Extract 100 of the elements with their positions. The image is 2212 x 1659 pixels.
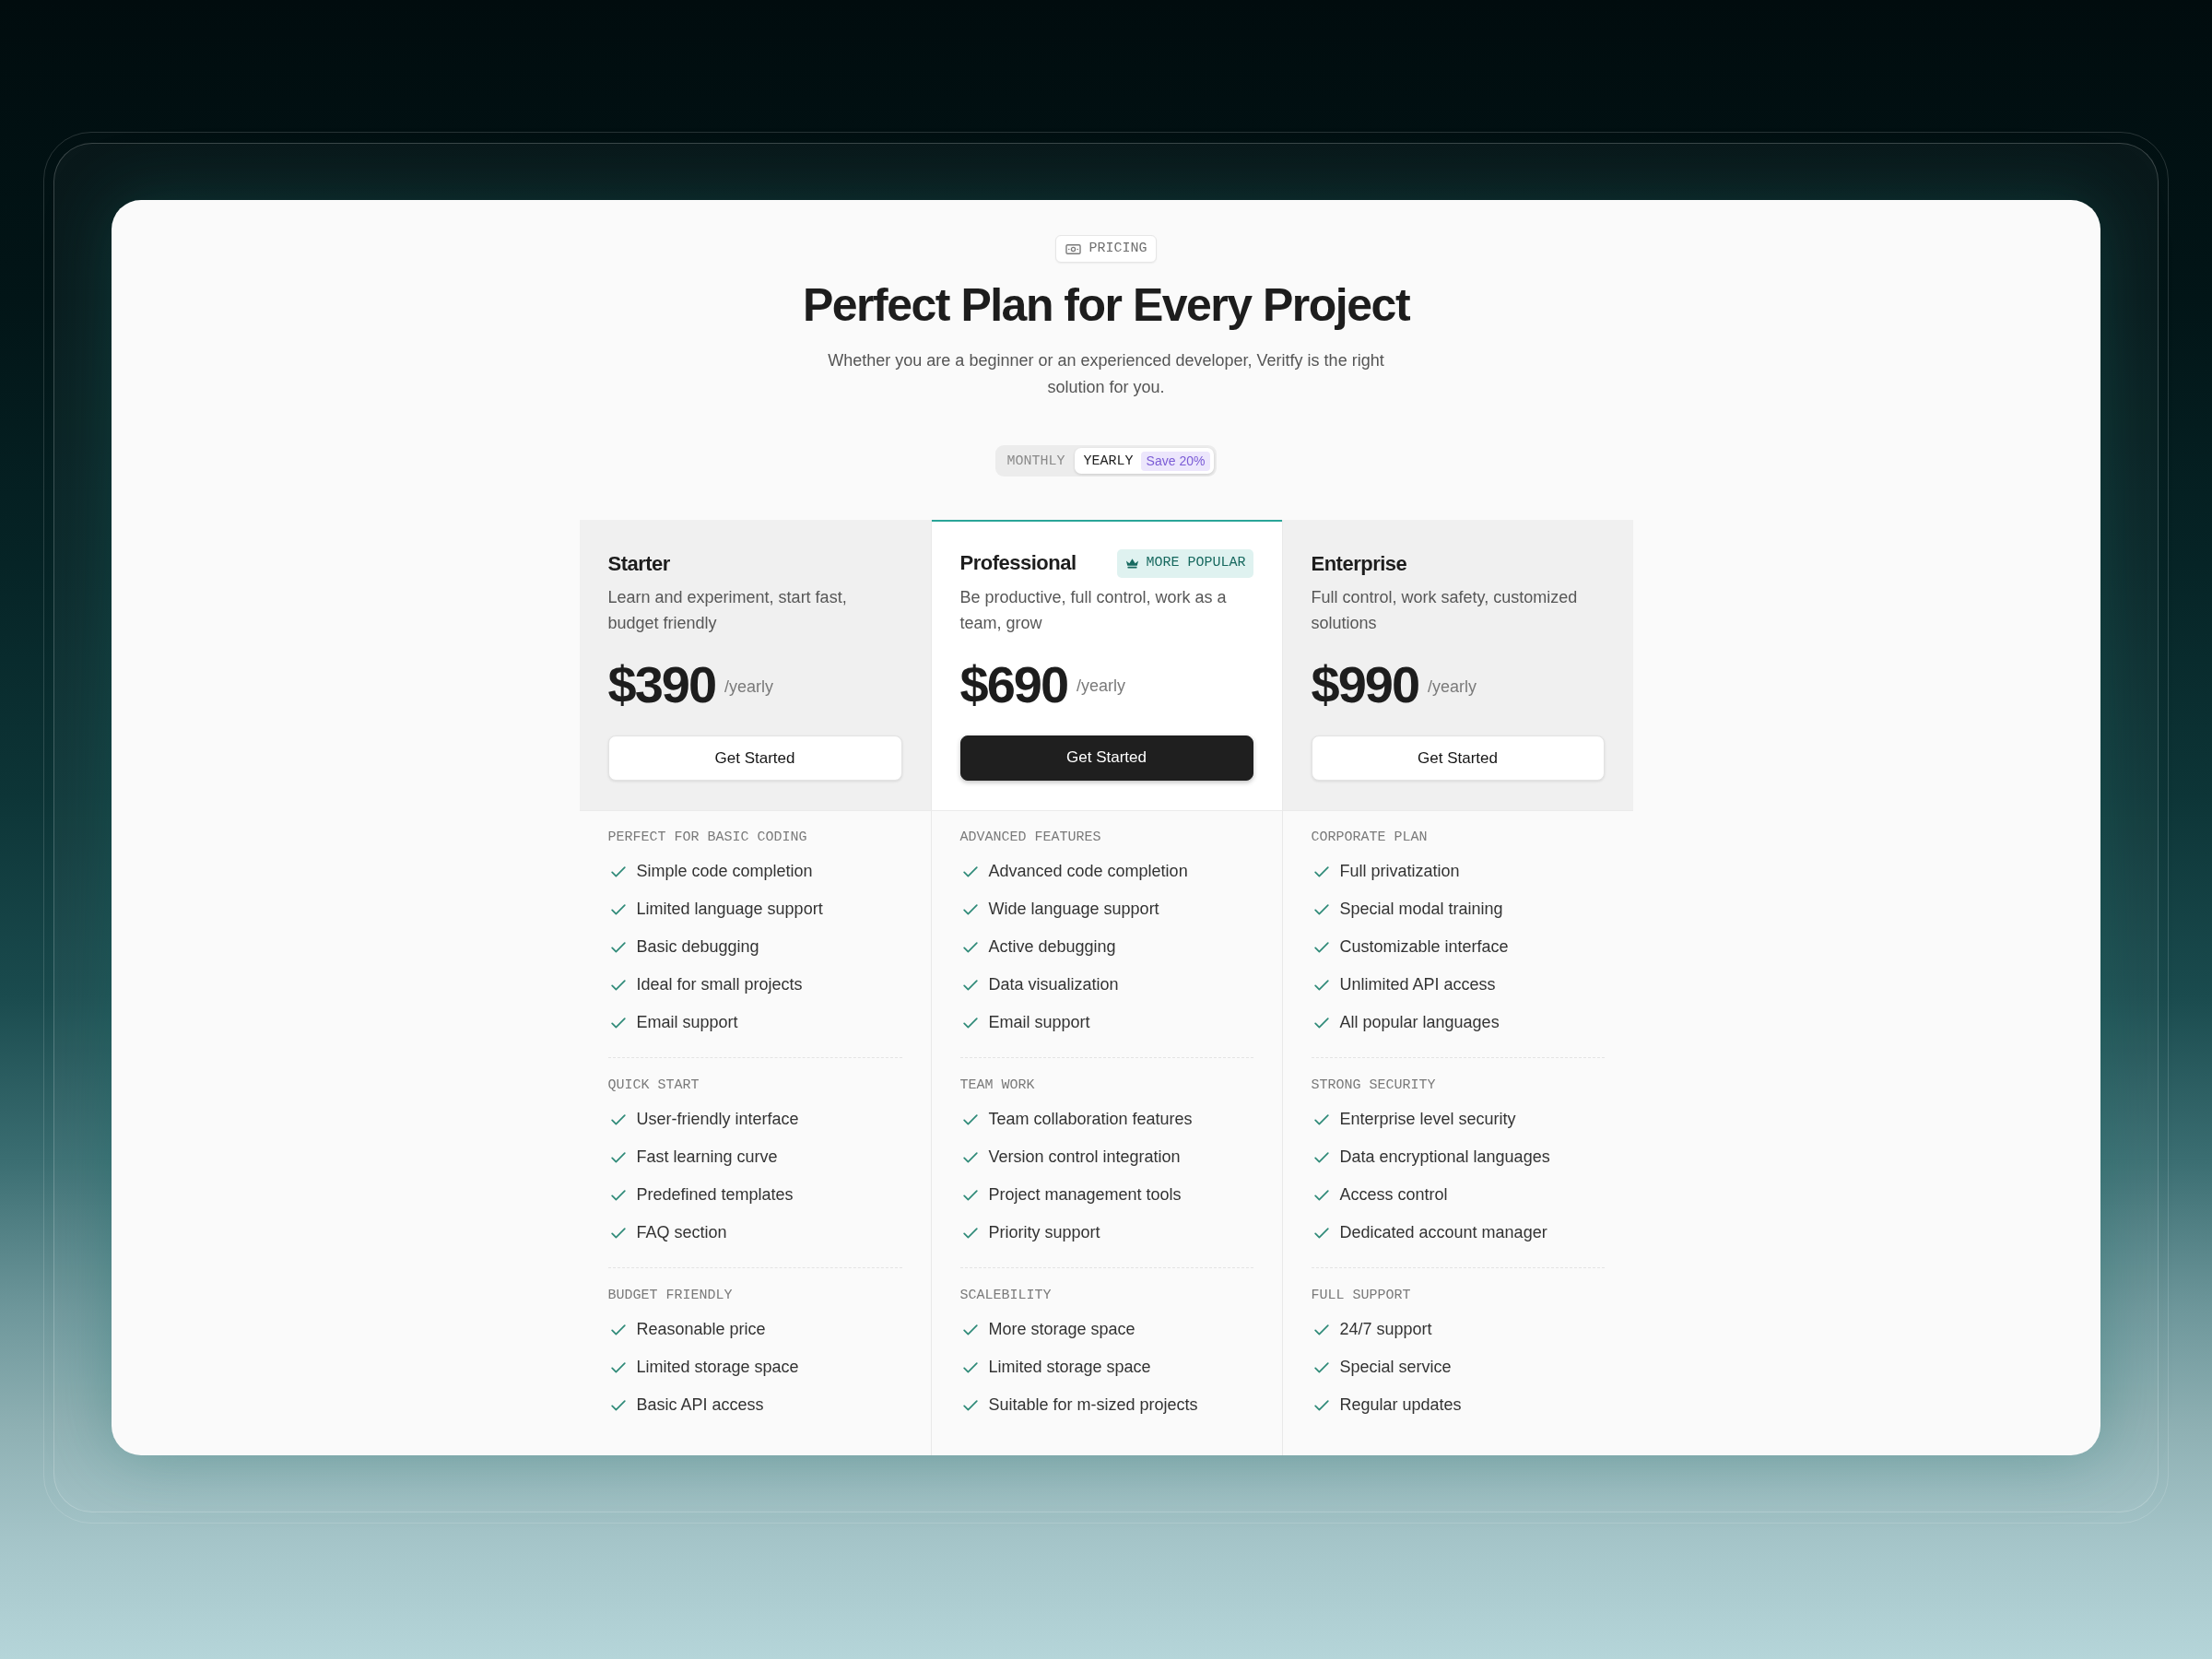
feature-text: Priority support <box>988 1223 1100 1242</box>
feature-text: Limited language support <box>636 900 823 919</box>
plan-description: Be productive, full control, work as a team, grow <box>959 586 1228 634</box>
feature-text: Wide language support <box>988 900 1159 919</box>
crown-icon <box>1125 558 1140 569</box>
check-icon <box>1313 903 1329 915</box>
section-label: PRICING <box>1088 241 1147 257</box>
billing-period: /yearly <box>724 677 774 697</box>
feature-text: Limited storage space <box>988 1358 1151 1377</box>
feature-group-title: FULL SUPPORT <box>1311 1287 1412 1305</box>
check-icon <box>610 1017 626 1029</box>
check-icon <box>962 1324 978 1335</box>
check-icon <box>962 1151 978 1163</box>
feature-text: Team collaboration features <box>988 1110 1193 1129</box>
feature-text: Reasonable price <box>636 1320 766 1339</box>
feature-text: Special service <box>1339 1358 1452 1377</box>
check-icon <box>962 1399 978 1411</box>
feature-group-title: QUICK START <box>607 1077 700 1095</box>
check-icon <box>962 1017 978 1029</box>
feature-text: All popular languages <box>1339 1013 1500 1032</box>
feature-text: Basic debugging <box>636 937 759 957</box>
check-icon <box>1313 941 1329 953</box>
feature-text: Unlimited API access <box>1339 975 1496 994</box>
check-icon <box>610 903 626 915</box>
discount-label: Save 20% <box>1140 451 1211 471</box>
feature-group-title: BUDGET FRIENDLY <box>607 1287 734 1305</box>
feature-text: User-friendly interface <box>636 1110 799 1129</box>
plan-name: Enterprise <box>1311 551 1407 576</box>
get-started-button[interactable]: Get Started <box>607 735 902 781</box>
feature-group-title: TEAM WORK <box>959 1077 1036 1095</box>
check-icon <box>610 1113 626 1125</box>
check-icon <box>610 1189 626 1201</box>
feature-text: Special modal training <box>1339 900 1503 919</box>
feature-text: Email support <box>636 1013 738 1032</box>
check-icon <box>1313 1151 1329 1163</box>
banknote-icon <box>1065 243 1082 254</box>
feature-text: Fast learning curve <box>636 1147 778 1167</box>
check-icon <box>610 941 626 953</box>
feature-text: Full privatization <box>1339 862 1460 881</box>
feature-text: Version control integration <box>988 1147 1181 1167</box>
check-icon <box>610 1324 626 1335</box>
feature-text: 24/7 support <box>1339 1320 1432 1339</box>
popular-label: MORE POPULAR <box>1146 555 1246 571</box>
feature-text: FAQ section <box>636 1223 727 1242</box>
check-icon <box>610 1361 626 1373</box>
check-icon <box>962 1361 978 1373</box>
plan-description: Full control, work safety, customized solutions <box>1311 587 1579 634</box>
feature-text: Access control <box>1339 1185 1448 1205</box>
check-icon <box>962 979 978 991</box>
check-icon <box>1313 865 1329 877</box>
feature-text: Limited storage space <box>636 1358 799 1377</box>
get-started-button[interactable]: Get Started <box>1311 735 1605 781</box>
page-title: Perfect Plan for Every Project <box>802 278 1410 333</box>
check-icon <box>1313 979 1329 991</box>
check-icon <box>610 1227 626 1239</box>
check-icon <box>1313 1189 1329 1201</box>
feature-group-title: PERFECT FOR BASIC CODING <box>607 829 808 847</box>
check-icon <box>1313 1361 1329 1373</box>
feature-group-title: CORPORATE PLAN <box>1311 829 1429 847</box>
feature-text: Simple code completion <box>636 862 813 881</box>
feature-text: Customizable interface <box>1339 937 1509 957</box>
plan-name: Starter <box>607 551 670 576</box>
check-icon <box>962 865 978 877</box>
feature-text: Data encryptional languages <box>1339 1147 1550 1167</box>
plan-description: Learn and experiment, start fast, budget friendly <box>607 587 848 634</box>
feature-text: Predefined templates <box>636 1185 794 1205</box>
feature-text: Ideal for small projects <box>636 975 803 994</box>
billing-period: /yearly <box>1077 677 1126 696</box>
plan-price: $390 <box>607 655 716 714</box>
check-icon <box>1313 1227 1329 1239</box>
feature-text: Basic API access <box>636 1395 764 1415</box>
check-icon <box>610 865 626 877</box>
check-icon <box>1313 1324 1329 1335</box>
feature-text: Email support <box>988 1013 1090 1032</box>
feature-text: Suitable for m-sized projects <box>988 1395 1198 1415</box>
feature-text: Data visualization <box>988 975 1119 994</box>
feature-text: Enterprise level security <box>1339 1110 1516 1129</box>
check-icon <box>610 979 626 991</box>
plan-price: $690 <box>959 654 1068 714</box>
check-icon <box>962 1113 978 1125</box>
plan-name: Professional <box>959 551 1077 575</box>
check-icon <box>962 941 978 953</box>
check-icon <box>1313 1017 1329 1029</box>
billing-period: /yearly <box>1428 677 1477 697</box>
check-icon <box>1313 1113 1329 1125</box>
check-icon <box>962 1189 978 1201</box>
page-subtitle: Whether you are a beginner or an experienced developer, Veritfy is the right solution for you. <box>827 350 1385 398</box>
check-icon <box>1313 1399 1329 1411</box>
check-icon <box>962 1227 978 1239</box>
billing-tab[interactable]: YEARLY Save 20% <box>1074 448 1215 474</box>
get-started-button[interactable]: Get Started <box>959 735 1253 781</box>
feature-text: More storage space <box>988 1320 1135 1339</box>
feature-group-title: STRONG SECURITY <box>1311 1077 1437 1095</box>
feature-group-title: ADVANCED FEATURES <box>959 829 1102 847</box>
feature-text: Dedicated account manager <box>1339 1223 1547 1242</box>
feature-text: Regular updates <box>1339 1395 1462 1415</box>
feature-text: Active debugging <box>988 937 1116 957</box>
check-icon <box>962 903 978 915</box>
plan-price: $990 <box>1311 655 1419 714</box>
feature-group-title: SCALEBILITY <box>959 1287 1053 1305</box>
